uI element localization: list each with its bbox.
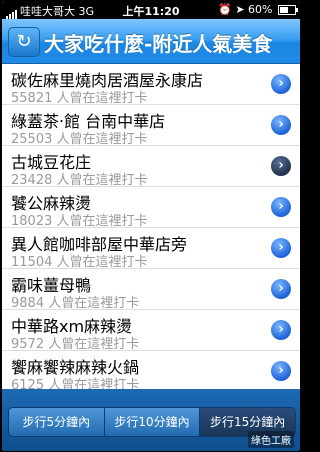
checkin-count: 6125 人曾在這裡打卡: [11, 374, 139, 389]
list-item[interactable]: 饕公麻辣燙 18023 人曾在這裡打卡 ›: [2, 187, 300, 229]
checkin-label: 人曾在這裡打卡: [48, 378, 140, 389]
status-right: ⏰ ➤ 60%: [218, 3, 298, 16]
checkin-number: 18023: [11, 214, 53, 229]
disclosure-chevron-icon[interactable]: ›: [271, 320, 291, 340]
list-item[interactable]: 中華路xm麻辣燙 9572 人曾在這裡打卡 ›: [2, 310, 300, 352]
location-icon: ➤: [235, 3, 245, 16]
checkin-label: 人曾在這裡打卡: [56, 173, 148, 188]
checkin-label: 人曾在這裡打卡: [48, 337, 140, 352]
checkin-number: 25503: [11, 132, 53, 147]
checkin-number: 55821: [11, 91, 53, 106]
list-item[interactable]: 古城豆花庄 23428 人曾在這裡打卡 ›: [2, 146, 300, 188]
status-bar: 哇哇大哥大 3G 上午11:20 ⏰ ➤ 60%: [2, 1, 300, 19]
checkin-label: 人曾在這裡打卡: [48, 296, 140, 311]
disclosure-chevron-icon[interactable]: ›: [271, 279, 291, 299]
checkin-number: 23428: [11, 173, 53, 188]
checkin-count: 23428 人曾在這裡打卡: [11, 169, 148, 188]
checkin-count: 18023 人曾在這裡打卡: [11, 210, 148, 229]
disclosure-chevron-icon[interactable]: ›: [271, 197, 291, 217]
disclosure-chevron-icon[interactable]: ›: [271, 361, 291, 381]
checkin-number: 9884: [11, 296, 45, 311]
checkin-number: 9572: [11, 337, 45, 352]
checkin-label: 人曾在這裡打卡: [56, 91, 148, 106]
list-item[interactable]: 饗麻饗辣麻辣火鍋 6125 人曾在這裡打卡 ›: [2, 351, 300, 389]
checkin-count: 55821 人曾在這裡打卡: [11, 87, 148, 106]
disclosure-chevron-icon[interactable]: ›: [271, 115, 291, 135]
checkin-label: 人曾在這裡打卡: [56, 132, 148, 147]
refresh-icon: ↻: [16, 31, 32, 52]
phone-screen: 哇哇大哥大 3G 上午11:20 ⏰ ➤ 60% ↻ 大家吃什麼-附近人氣美食 …: [2, 1, 300, 451]
checkin-label: 人曾在這裡打卡: [56, 214, 148, 229]
checkin-count: 9884 人曾在這裡打卡: [11, 292, 139, 311]
restaurant-list[interactable]: 碳佐麻里燒肉居酒屋永康店 55821 人曾在這裡打卡 › 綠蓋茶‧館 台南中華店 255…: [2, 64, 300, 389]
segment-walk-0[interactable]: 步行5分鐘內: [9, 408, 105, 436]
bottom-bar: 步行5分鐘內 步行10分鐘內 步行15分鐘內 綠色工廠: [2, 389, 300, 451]
disclosure-chevron-icon[interactable]: ›: [271, 74, 291, 94]
checkin-number: 11504: [11, 255, 53, 270]
list-item[interactable]: 異人館咖啡部屋中華店旁 11504 人曾在這裡打卡 ›: [2, 228, 300, 270]
segment-walk-1[interactable]: 步行10分鐘內: [104, 408, 201, 436]
checkin-number: 6125: [11, 378, 45, 389]
checkin-count: 25503 人曾在這裡打卡: [11, 128, 148, 147]
refresh-button[interactable]: ↻: [8, 27, 40, 57]
watermark: 綠色工廠: [248, 431, 294, 448]
page-title: 大家吃什麼-附近人氣美食: [44, 32, 273, 56]
list-item[interactable]: 霸味薑母鴨 9884 人曾在這裡打卡 ›: [2, 269, 300, 311]
alarm-icon: ⏰: [218, 3, 232, 16]
disclosure-chevron-icon[interactable]: ›: [271, 156, 291, 176]
nav-bar: ↻ 大家吃什麼-附近人氣美食: [2, 19, 300, 64]
battery-percent: 60%: [248, 3, 273, 16]
battery-icon: [278, 5, 298, 15]
list-item[interactable]: 碳佐麻里燒肉居酒屋永康店 55821 人曾在這裡打卡 ›: [2, 64, 300, 106]
checkin-count: 11504 人曾在這裡打卡: [11, 251, 148, 270]
list-item[interactable]: 綠蓋茶‧館 台南中華店 25503 人曾在這裡打卡 ›: [2, 105, 300, 147]
disclosure-chevron-icon[interactable]: ›: [271, 238, 291, 258]
checkin-label: 人曾在這裡打卡: [56, 255, 148, 270]
checkin-count: 9572 人曾在這裡打卡: [11, 333, 139, 352]
